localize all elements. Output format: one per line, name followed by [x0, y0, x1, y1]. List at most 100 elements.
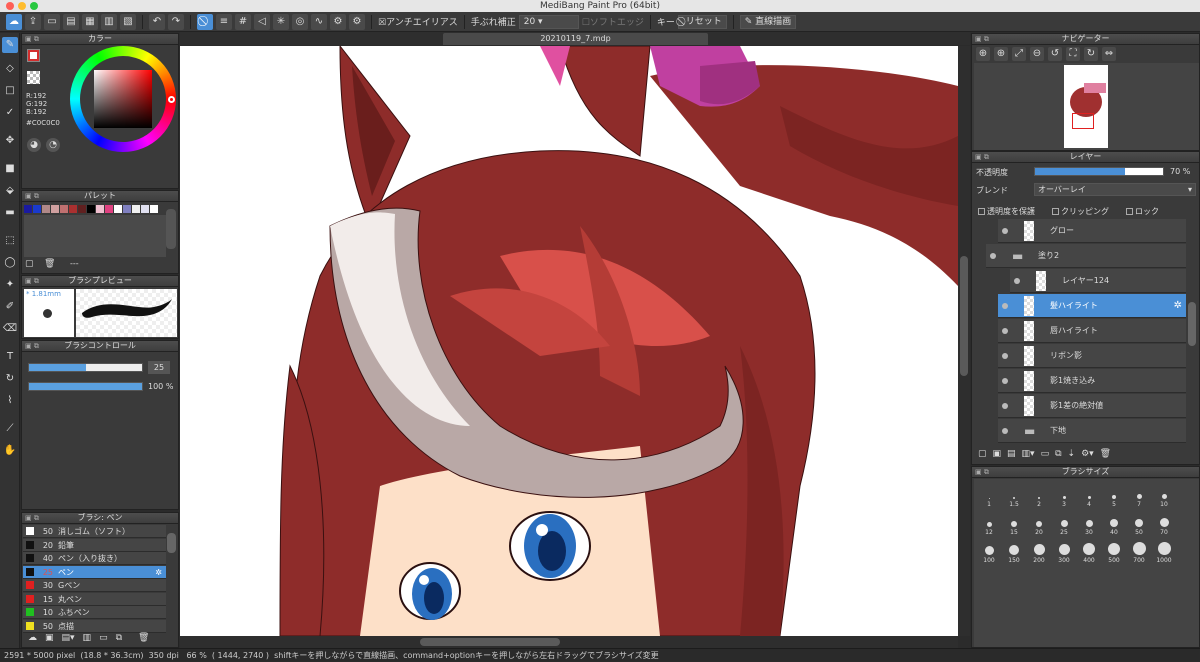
perspective-snap-icon[interactable]: ◁ — [254, 13, 270, 30]
layer-opacity-slider[interactable] — [1034, 167, 1164, 176]
fit-icon[interactable]: ⛶ — [1066, 47, 1080, 61]
canvas-horizontal-scrollbar[interactable] — [180, 636, 958, 648]
brush-size-option[interactable]: 200 — [1027, 541, 1051, 564]
brush-add-icon[interactable]: ▣ — [45, 633, 54, 647]
layer-visibility-icon[interactable] — [1002, 228, 1008, 234]
brush-size-option[interactable]: 10 — [1152, 485, 1176, 508]
duplicate-layer-icon[interactable]: ⧉ — [1055, 449, 1061, 459]
rotate-left-icon[interactable]: ↺ — [1048, 47, 1062, 61]
layer-row[interactable]: ▬ 塗り2 — [986, 244, 1186, 268]
brush-item[interactable]: 40 ペン（入り抜き） — [23, 552, 166, 565]
parallel-snap-icon[interactable]: ≡ — [216, 13, 232, 30]
zoom-fit-icon[interactable]: ⊕ — [976, 47, 990, 61]
close-window-button[interactable] — [6, 2, 14, 10]
brush-copy-icon[interactable]: ⧉ — [116, 633, 122, 647]
hand-tool-icon[interactable]: ✋ — [2, 443, 18, 459]
layer-visibility-icon[interactable] — [1002, 303, 1008, 309]
select-pen-tool-icon[interactable]: ✐ — [2, 299, 18, 315]
palette-icon[interactable]: ◕ — [27, 138, 41, 152]
brush-size-option[interactable]: 100 — [977, 541, 1001, 564]
snap-settings-icon[interactable]: ⚙ — [330, 13, 346, 30]
layer-row[interactable]: レイヤー124 — [1010, 269, 1186, 293]
new-layer-8bit-icon[interactable]: ▣ — [993, 449, 1002, 459]
upload-icon[interactable]: ⇪ — [25, 13, 41, 30]
eyedropper-tool-icon[interactable]: ⌇ — [2, 393, 18, 409]
undo-icon[interactable]: ↶ — [149, 13, 165, 30]
brush-opacity-slider[interactable] — [28, 382, 143, 391]
palette-swatch[interactable] — [96, 205, 104, 213]
brush-size-option[interactable]: 12 — [977, 513, 1001, 536]
hue-wheel[interactable] — [70, 46, 176, 152]
palette-scrollbar[interactable] — [166, 209, 176, 249]
layer-visibility-icon[interactable] — [1014, 278, 1020, 284]
layer-list-scrollbar[interactable] — [1188, 302, 1196, 346]
dot-tool-icon[interactable]: □ — [2, 83, 18, 99]
brush-size-value[interactable]: 25 — [148, 361, 170, 374]
brush-size-option[interactable]: 20 — [1027, 513, 1051, 536]
merge-down-icon[interactable]: ⇣ — [1068, 449, 1076, 459]
brush-item[interactable]: 50 点描 — [23, 619, 166, 633]
concentric-snap-icon[interactable]: ◎ — [292, 13, 308, 30]
clipping-checkbox[interactable] — [1052, 208, 1059, 215]
bucket-tool-icon[interactable]: ⬙ — [2, 183, 18, 199]
chat-icon[interactable]: ▭ — [44, 13, 60, 30]
brush-size-option[interactable]: 3 — [1052, 485, 1076, 508]
lock-checkbox[interactable] — [1126, 208, 1133, 215]
brush-item[interactable]: 10 ふちペン — [23, 606, 166, 619]
cloud-icon[interactable]: ☁ — [6, 13, 22, 30]
brush-size-option[interactable]: 1000 — [1152, 541, 1176, 564]
layer-row[interactable]: 影1差の絶対値 — [998, 394, 1186, 418]
text-tool-icon[interactable]: T — [2, 349, 18, 365]
zoom-fit-window-icon[interactable]: ⤢ — [1012, 47, 1026, 61]
brush-item[interactable]: 20 鉛筆 — [23, 538, 166, 552]
layer-settings-gear-icon[interactable]: ✲ — [1174, 294, 1182, 318]
move-tool-icon[interactable]: ✥ — [2, 133, 18, 149]
soft-edge-checkbox[interactable]: ☐ソフトエッジ — [582, 15, 644, 28]
palette-swatch[interactable] — [87, 205, 95, 213]
palette-swatch[interactable] — [123, 205, 131, 213]
palette-swatch[interactable] — [51, 205, 59, 213]
select-tool-icon[interactable]: ⬚ — [2, 233, 18, 249]
brush-size-option[interactable]: 500 — [1102, 541, 1126, 564]
layer-visibility-icon[interactable] — [1002, 428, 1008, 434]
new-layer-icon[interactable]: ▢ — [978, 449, 987, 459]
blend-mode-select[interactable]: オーバーレイ ▾ — [1034, 183, 1196, 196]
zoom-in-icon[interactable]: ⊕ — [994, 47, 1008, 61]
primary-color-swatch[interactable] — [27, 49, 40, 62]
comic-icon[interactable]: ▤ — [63, 13, 79, 30]
canvas-vertical-scrollbar[interactable] — [958, 46, 970, 636]
brush-edit-icon[interactable]: ▥ — [83, 633, 92, 647]
layer-visibility-icon[interactable] — [1002, 353, 1008, 359]
hue-marker[interactable] — [168, 96, 175, 103]
palette-swatch[interactable] — [132, 205, 140, 213]
brush-tool-icon[interactable]: ✎ — [2, 37, 18, 53]
drawing-canvas[interactable] — [180, 46, 958, 636]
palette-add-icon[interactable]: ▢ — [25, 259, 34, 269]
rotate-right-icon[interactable]: ↻ — [1084, 47, 1098, 61]
delete-layer-icon[interactable]: 🗑 — [1100, 449, 1111, 459]
layout-icon[interactable]: ▧ — [120, 13, 136, 30]
brush-add-menu-icon[interactable]: ▤▾ — [62, 633, 75, 647]
palette-swatch[interactable] — [141, 205, 149, 213]
brush-item[interactable]: 30 Gペン — [23, 579, 166, 592]
brush-size-option[interactable]: 1 — [977, 485, 1001, 508]
shape-tool-icon[interactable]: ■ — [2, 161, 18, 177]
layer-row[interactable]: ▬ 下地 — [998, 419, 1186, 443]
layer-row[interactable]: 髪ハイライト ✲ — [998, 294, 1186, 318]
brush-size-option[interactable]: 30 — [1077, 513, 1101, 536]
radial-snap-icon[interactable]: ✳ — [273, 13, 289, 30]
redo-icon[interactable]: ↷ — [168, 13, 184, 30]
brush-folder-icon[interactable]: ▭ — [99, 633, 108, 647]
palette-swatch[interactable] — [69, 205, 77, 213]
grid-snap-icon[interactable]: # — [235, 13, 251, 30]
snap-off-icon[interactable]: ⃠ — [197, 13, 213, 30]
brush-size-option[interactable]: 25 — [1052, 513, 1076, 536]
brush-settings-icon[interactable]: ✲ — [155, 566, 162, 579]
brush-size-option[interactable]: 700 — [1127, 541, 1151, 564]
divide-tool-icon[interactable]: ⟋ — [2, 421, 18, 437]
layer-settings-icon[interactable]: ⚙▾ — [1081, 449, 1094, 459]
operation-tool-icon[interactable]: ↻ — [2, 371, 18, 387]
document-tab[interactable]: 20210119_7.mdp — [443, 33, 708, 45]
layer-visibility-icon[interactable] — [1002, 403, 1008, 409]
brush-size-option[interactable]: 70 — [1152, 513, 1176, 536]
